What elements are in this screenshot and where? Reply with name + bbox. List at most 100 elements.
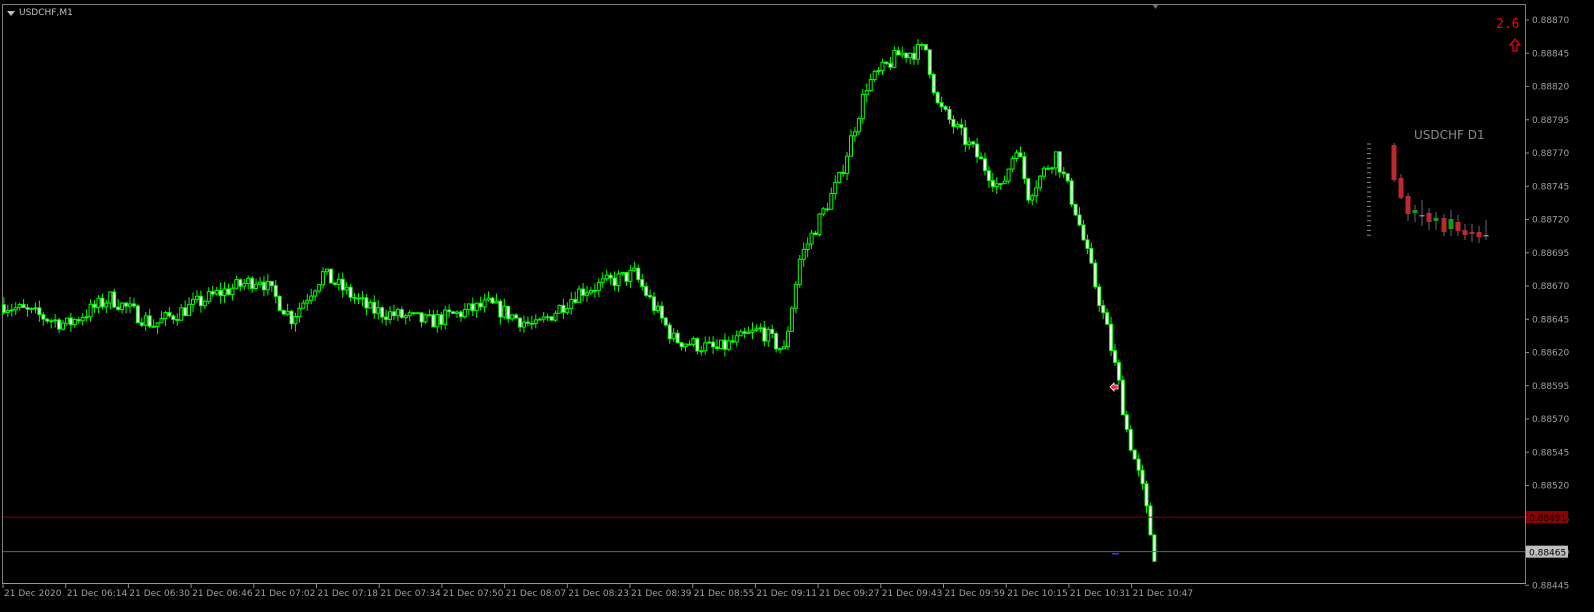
time-label: 21 Dec 07:18 (318, 589, 379, 599)
candle-body (616, 273, 621, 287)
candle-body (801, 248, 806, 260)
candle-body (876, 70, 881, 73)
candle-body (837, 171, 842, 183)
candle-body (868, 78, 873, 92)
candle-body (904, 52, 909, 59)
candle-body (581, 288, 586, 296)
price-label: 0.88845 (1532, 49, 1569, 59)
candle-body (577, 288, 582, 303)
price-label: 0.88820 (1532, 83, 1569, 93)
candle-body (301, 302, 306, 309)
candle-body (498, 300, 503, 318)
candle-body (1093, 262, 1098, 288)
candle-body (1026, 178, 1031, 201)
candle-body (1120, 379, 1125, 416)
candle-body (612, 277, 617, 287)
candle-body (53, 319, 58, 322)
candle-body (1144, 483, 1149, 507)
candle-body (447, 309, 452, 313)
candle-body (541, 316, 546, 320)
candle-body (234, 279, 239, 289)
candle-body (679, 342, 684, 348)
time-label: 21 Dec 08:07 (506, 589, 567, 599)
time-label: 21 Dec 08:55 (694, 589, 755, 599)
candle-body (506, 305, 511, 320)
candle-body (908, 52, 913, 59)
price-label: 0.88645 (1532, 315, 1569, 325)
d1-candle-body (1476, 232, 1482, 237)
candle-body (1006, 168, 1011, 182)
candle-body (49, 320, 54, 323)
candle-body (281, 309, 286, 315)
candle-body (915, 44, 920, 60)
candle-body (285, 310, 290, 315)
candle-body (163, 311, 168, 320)
candle-body (1116, 361, 1121, 381)
candle-body (482, 299, 487, 308)
candle-body (659, 305, 664, 319)
candle-body (805, 243, 810, 250)
candle-body (588, 290, 593, 294)
candle-body (29, 307, 34, 310)
candle-body (892, 49, 897, 68)
d1-candle-body (1412, 210, 1418, 213)
candle-body (45, 318, 50, 322)
candle-body (57, 319, 62, 330)
candle-body (711, 341, 716, 348)
blue-marker (1112, 553, 1119, 555)
candle-body (919, 44, 924, 47)
candle-body (147, 315, 152, 327)
candle-body (884, 61, 889, 64)
candle-body (352, 296, 357, 299)
bid-price-label: 0.88491 (1529, 514, 1566, 524)
candle-body (269, 280, 274, 287)
candle-body (439, 314, 444, 325)
candle-body (364, 297, 369, 309)
time-label: 21 Dec 09:27 (819, 589, 880, 599)
candle-body (167, 311, 172, 317)
candle-body (975, 143, 980, 158)
candle-body (849, 135, 853, 157)
candle-body (742, 331, 747, 334)
candle-body (194, 295, 199, 300)
candle-body (703, 342, 708, 352)
candle-body (1057, 151, 1062, 173)
candle-body (553, 312, 558, 321)
price-label: 0.88520 (1532, 482, 1569, 492)
candle-body (561, 304, 566, 313)
candle-body (395, 309, 400, 317)
candle-body (912, 52, 917, 60)
price-chart: 0.88870 0.88845 0.88820 0.88795 0.88770 0.887… (1, 5, 1569, 599)
candle-body (648, 294, 653, 298)
candle-body (407, 312, 412, 317)
candle-body (490, 297, 495, 304)
candle-body (632, 267, 637, 271)
time-label: 21 Dec 09:59 (945, 589, 1006, 599)
candle-body (793, 283, 798, 309)
price-label: 0.88545 (1532, 448, 1569, 458)
candle-body (372, 301, 377, 314)
candle-body (175, 318, 180, 321)
candle-body (1065, 173, 1070, 182)
candle-body (360, 297, 365, 300)
candle-body (1136, 458, 1141, 471)
candle-body (510, 314, 515, 320)
candle-body (923, 44, 928, 51)
candle-body (1085, 239, 1090, 249)
candle-body (817, 213, 822, 236)
candle-body (557, 304, 562, 314)
candle-body (431, 314, 436, 328)
d1-candle-body (1405, 196, 1411, 214)
candle-body (620, 271, 625, 275)
candle-body (1081, 224, 1086, 241)
candle-body (415, 312, 420, 315)
candle-body (230, 287, 235, 295)
candle-body (782, 346, 787, 350)
candle-body (900, 52, 905, 56)
candle-body (100, 297, 105, 308)
candle-body (797, 258, 802, 285)
candle-body (206, 291, 211, 302)
candle-body (754, 328, 759, 331)
candle-body (470, 303, 475, 312)
candle-body (1105, 312, 1110, 325)
